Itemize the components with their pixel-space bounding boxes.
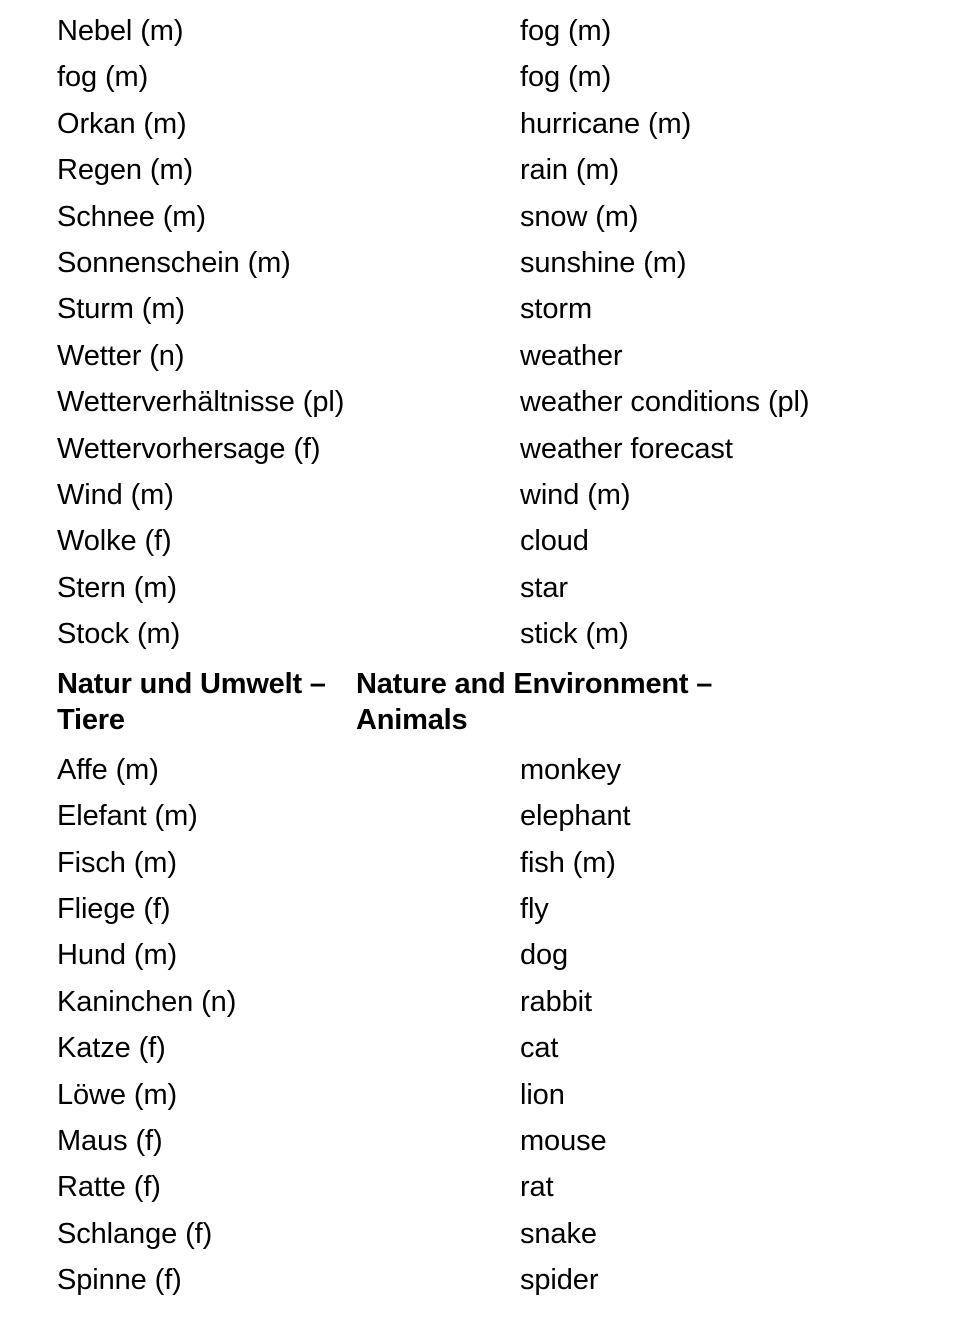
glossary-term-target: weather <box>520 339 623 372</box>
glossary-row: Nebel (m) fog (m) <box>0 8 958 54</box>
glossary-term-source: Elefant (m) <box>57 800 198 833</box>
glossary-term-target: star <box>520 571 568 604</box>
glossary-row: Regen (m) rain (m) <box>0 147 958 193</box>
glossary-term-source: Affe (m) <box>57 753 159 786</box>
glossary-term-source: Wind (m) <box>57 479 174 512</box>
glossary-term-source: Fliege (f) <box>57 892 171 925</box>
section-header-target: Nature and Environment – Animals <box>356 667 713 736</box>
glossary-term-target: fog (m) <box>520 15 612 47</box>
glossary-row: Schnee (m) snow (m) <box>0 194 958 240</box>
glossary-row: Fliege (f) fly <box>0 886 958 932</box>
glossary-term-source: Löwe (m) <box>57 1078 178 1111</box>
glossary-term-target: stick (m) <box>520 618 629 651</box>
glossary-term-source: Regen (m) <box>57 154 194 187</box>
glossary-row: Sturm (m) storm <box>0 286 958 332</box>
glossary-term-target: snake <box>520 1217 597 1250</box>
glossary-term-source: Ratte (f) <box>57 1171 161 1204</box>
glossary-row: Löwe (m) lion <box>0 1072 958 1118</box>
section-header-row: Natur und Umwelt – Tiere Nature and Envir… <box>0 658 958 747</box>
glossary-row: Stern (m) star <box>0 565 958 611</box>
glossary-row: Katze (f) cat <box>0 1025 958 1071</box>
glossary-row: Kaninchen (n) rabbit <box>0 979 958 1025</box>
glossary-term-target: hurricane (m) <box>520 107 692 140</box>
glossary-term-source: Schnee (m) <box>57 200 206 233</box>
glossary-term-source: Orkan (m) <box>57 107 187 140</box>
glossary-term-target: rain (m) <box>520 154 620 187</box>
glossary-row: Spinne (f) spider <box>0 1257 958 1303</box>
glossary-term-target: cat <box>520 1032 559 1065</box>
glossary-term-target: monkey <box>520 753 621 786</box>
glossary-term-target: weather conditions (pl) <box>520 386 810 419</box>
glossary-row: Hund (m) dog <box>0 932 958 978</box>
glossary-term-target: lion <box>520 1078 565 1111</box>
glossary-term-source: Stock (m) <box>57 618 181 651</box>
glossary-term-source: Sturm (m) <box>57 293 185 326</box>
glossary-term-source: Maus (f) <box>57 1124 163 1157</box>
glossary-term-source: Wolke (f) <box>57 525 172 558</box>
glossary-term-target: mouse <box>520 1124 607 1157</box>
glossary-row: Affe (m) monkey <box>0 747 958 793</box>
glossary-term-target: sunshine (m) <box>520 247 687 280</box>
glossary-term-target: dog <box>520 939 569 972</box>
glossary-row: Wind (m) wind (m) <box>0 472 958 518</box>
glossary-term-source: Hund (m) <box>57 939 178 972</box>
glossary-term-source: Wetterverhältnisse (pl) <box>57 386 345 419</box>
glossary-term-target: fog (m) <box>520 61 612 94</box>
glossary-term-target: storm <box>520 293 593 326</box>
glossary-term-target: rabbit <box>520 985 592 1018</box>
glossary-row: Fisch (m) fish (m) <box>0 840 958 886</box>
glossary-row: Wettervorhersage (f) weather forecast <box>0 426 958 472</box>
glossary-term-target: cloud <box>520 525 589 558</box>
glossary-term-source: Wetter (n) <box>57 339 185 372</box>
section-header-source: Natur und Umwelt – Tiere <box>57 667 326 736</box>
glossary-row: Wetterverhältnisse (pl) weather condition… <box>0 379 958 425</box>
glossary-term-target: wind (m) <box>520 479 631 512</box>
glossary-term-target: snow (m) <box>520 200 639 233</box>
glossary-term-source: Fisch (m) <box>57 846 177 879</box>
glossary-term-source: Schlange (f) <box>57 1217 213 1250</box>
glossary-row: Maus (f) mouse <box>0 1118 958 1164</box>
glossary-row: Stock (m) stick (m) <box>0 611 958 657</box>
glossary-term-source: Stern (m) <box>57 571 177 604</box>
glossary-term-source: fog (m) <box>57 61 149 94</box>
glossary-term-target: fish (m) <box>520 846 616 879</box>
glossary-row: Elefant (m) elephant <box>0 793 958 839</box>
glossary-term-target: fly <box>520 892 549 925</box>
glossary-page: Nebel (m) fog (m) fog (m) fog (m) Orkan (m) h… <box>0 0 958 1330</box>
glossary-term-target: weather forecast <box>520 432 733 465</box>
glossary-row: Wetter (n) weather <box>0 333 958 379</box>
glossary-term-target: rat <box>520 1171 554 1204</box>
glossary-term-source: Kaninchen (n) <box>57 985 237 1018</box>
glossary-row: Wolke (f) cloud <box>0 518 958 564</box>
glossary-term-source: Sonnenschein (m) <box>57 247 291 280</box>
glossary-row: Schlange (f) snake <box>0 1211 958 1257</box>
glossary-row: Orkan (m) hurricane (m) <box>0 101 958 147</box>
glossary-term-source: Katze (f) <box>57 1032 166 1065</box>
glossary-table: Nebel (m) fog (m) fog (m) fog (m) Orkan (m) h… <box>0 8 958 1304</box>
glossary-row: Sonnenschein (m) sunshine (m) <box>0 240 958 286</box>
glossary-row: fog (m) fog (m) <box>0 54 958 100</box>
glossary-term-target: elephant <box>520 800 631 833</box>
glossary-term-source: Wettervorhersage (f) <box>57 432 321 465</box>
glossary-term-target: spider <box>520 1264 599 1297</box>
glossary-row: Ratte (f) rat <box>0 1164 958 1210</box>
glossary-term-source: Spinne (f) <box>57 1264 182 1297</box>
glossary-term-source: Nebel (m) <box>57 15 184 47</box>
